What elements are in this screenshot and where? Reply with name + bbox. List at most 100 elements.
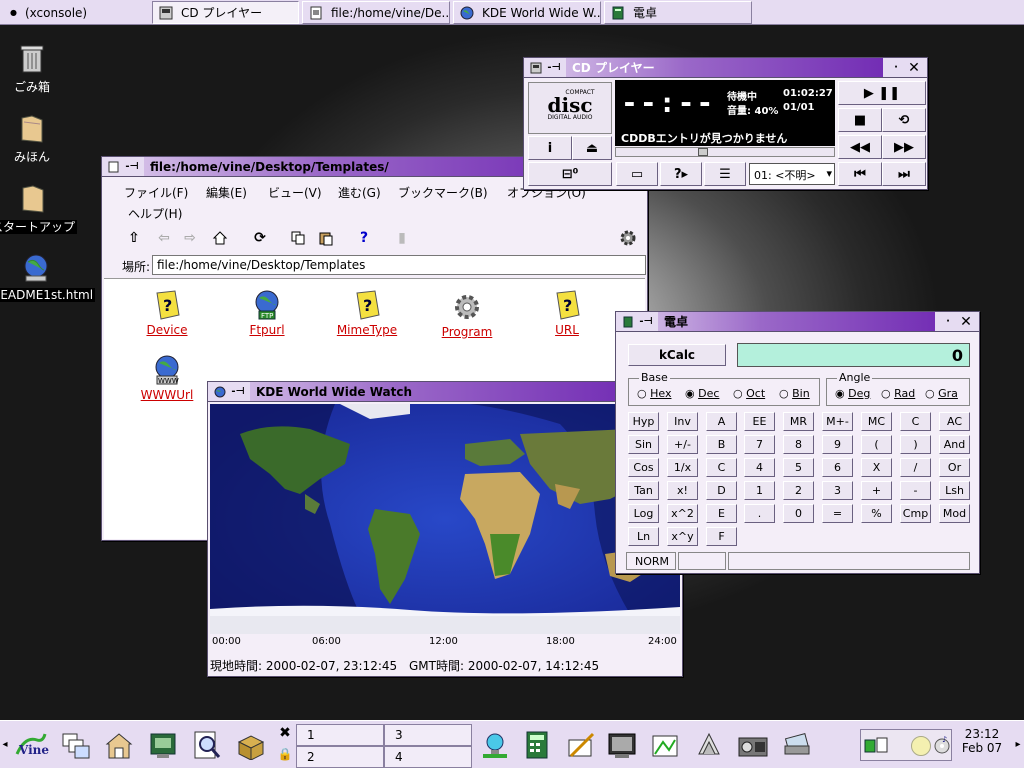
up-arrow-icon[interactable]: ⇧ bbox=[124, 228, 144, 248]
home-folder-icon[interactable] bbox=[100, 727, 138, 763]
calc-key[interactable]: 1/x bbox=[667, 458, 698, 477]
gear-icon[interactable] bbox=[618, 228, 638, 248]
play-pause-button[interactable]: ▶ ❚❚ bbox=[838, 81, 926, 105]
menu-edit[interactable]: 編集(E) bbox=[206, 184, 247, 201]
search-icon[interactable] bbox=[188, 727, 226, 763]
calc-key[interactable]: AC bbox=[939, 412, 970, 431]
vine-menu-icon[interactable]: Vine bbox=[12, 727, 50, 763]
calc-key[interactable]: +/- bbox=[667, 435, 698, 454]
file-mimetype[interactable]: ? MimeType bbox=[327, 289, 407, 337]
calc-key[interactable]: 5 bbox=[783, 458, 814, 477]
calc-key[interactable]: . bbox=[744, 504, 775, 523]
menu-go[interactable]: 進む(G) bbox=[338, 184, 381, 201]
desktop-icon-readme[interactable]: README1st.html bbox=[0, 252, 96, 302]
calc-key[interactable]: / bbox=[900, 458, 931, 477]
forward-arrow-icon[interactable]: ⇨ bbox=[180, 228, 200, 248]
calc-key[interactable]: 9 bbox=[822, 435, 853, 454]
calc-key[interactable]: A bbox=[706, 412, 737, 431]
file-program[interactable]: Program bbox=[427, 291, 507, 339]
home-icon[interactable] bbox=[210, 228, 230, 248]
calc-key[interactable]: x! bbox=[667, 481, 698, 500]
calc-key[interactable]: D bbox=[706, 481, 737, 500]
calc-key[interactable]: Cos bbox=[628, 458, 659, 477]
calc-key[interactable]: + bbox=[861, 481, 892, 500]
calc-key[interactable]: Log bbox=[628, 504, 659, 523]
network-icon[interactable] bbox=[778, 727, 816, 763]
panel-scroll-right-icon[interactable]: ▸ bbox=[1012, 725, 1024, 765]
options-button[interactable]: ☰ bbox=[704, 162, 746, 186]
calc-key[interactable]: Cmp bbox=[900, 504, 931, 523]
calc-key[interactable]: 1 bbox=[744, 481, 775, 500]
lock-icon[interactable]: 🔒 bbox=[276, 747, 294, 767]
loop-button[interactable]: ⟲ bbox=[882, 108, 926, 132]
task-xconsole[interactable]: ● (xconsole) bbox=[2, 1, 148, 24]
previous-track-button[interactable]: ⏮ bbox=[838, 162, 882, 186]
desktop-icon-mihon[interactable]: みほん bbox=[0, 112, 68, 165]
calc-key[interactable]: Ln bbox=[628, 527, 659, 546]
help-bulb-icon[interactable] bbox=[476, 727, 514, 763]
volume-slider-thumb[interactable] bbox=[698, 148, 708, 156]
calc-key[interactable]: EE bbox=[744, 412, 775, 431]
calc-key[interactable]: 6 bbox=[822, 458, 853, 477]
globe-icon[interactable] bbox=[213, 385, 227, 399]
calculator-icon[interactable] bbox=[518, 727, 556, 763]
calc-key[interactable]: 8 bbox=[783, 435, 814, 454]
calc-key[interactable]: 2 bbox=[783, 481, 814, 500]
media-player-icon[interactable] bbox=[734, 727, 772, 763]
file-wwwurl[interactable]: WWW WWWUrl bbox=[127, 354, 207, 402]
menu-help[interactable]: ヘルプ(H) bbox=[128, 205, 182, 222]
eject-button[interactable]: ⏏ bbox=[572, 136, 612, 160]
menu-bookmarks[interactable]: ブックマーク(B) bbox=[398, 184, 488, 201]
window-list-icon[interactable] bbox=[56, 727, 94, 763]
file-url[interactable]: ? URL bbox=[527, 289, 607, 337]
calc-key[interactable]: And bbox=[939, 435, 970, 454]
world-map[interactable] bbox=[210, 404, 680, 634]
desktop-icon-startup[interactable]: スタートアップ bbox=[0, 182, 78, 235]
info-button[interactable]: i bbox=[528, 136, 572, 160]
calc-key[interactable]: C bbox=[900, 412, 931, 431]
desktop-4-button[interactable]: 4 bbox=[384, 746, 472, 768]
menu-file[interactable]: ファイル(F) bbox=[124, 184, 188, 201]
network-tray-icon[interactable] bbox=[863, 736, 891, 759]
calc-key[interactable]: Tan bbox=[628, 481, 659, 500]
text-editor-icon[interactable] bbox=[562, 727, 600, 763]
calc-key[interactable]: X bbox=[861, 458, 892, 477]
calc-key[interactable]: 7 bbox=[744, 435, 775, 454]
calc-key[interactable]: MC bbox=[861, 412, 892, 431]
pin-icon[interactable]: -⊣ bbox=[547, 61, 561, 75]
calc-key[interactable]: MR bbox=[783, 412, 814, 431]
cdplayer-titlebar[interactable]: -⊣ CD プレイヤー · ✕ bbox=[524, 58, 927, 78]
file-ftpurl[interactable]: FTP Ftpurl bbox=[227, 289, 307, 337]
random-button[interactable]: ?▸ bbox=[660, 162, 702, 186]
help-icon[interactable]: ? bbox=[354, 228, 374, 248]
track-list-button[interactable]: ▭ bbox=[616, 162, 658, 186]
pin-icon[interactable]: -⊣ bbox=[125, 160, 139, 174]
calc-key[interactable]: 0 bbox=[783, 504, 814, 523]
minimize-button[interactable]: · bbox=[889, 61, 903, 75]
task-cd-player[interactable]: CD プレイヤー bbox=[152, 1, 299, 24]
cd-player-icon[interactable] bbox=[529, 61, 543, 75]
pin-icon[interactable]: -⊣ bbox=[231, 385, 245, 399]
cd-tray-icon[interactable]: ♪ bbox=[933, 734, 951, 759]
task-calculator[interactable]: 電卓 bbox=[604, 1, 752, 24]
calc-key[interactable]: 4 bbox=[744, 458, 775, 477]
calc-key[interactable]: Inv bbox=[667, 412, 698, 431]
utilities-icon[interactable] bbox=[232, 727, 270, 763]
desktop-3-button[interactable]: 3 bbox=[384, 724, 472, 746]
calc-key[interactable]: ( bbox=[861, 435, 892, 454]
control-center-icon[interactable] bbox=[144, 727, 182, 763]
calc-key[interactable]: M+- bbox=[822, 412, 853, 431]
location-input[interactable]: file:/home/vine/Desktop/Templates bbox=[152, 255, 646, 275]
calc-key[interactable]: Mod bbox=[939, 504, 970, 523]
next-track-button[interactable]: ⏭ bbox=[882, 162, 926, 186]
desktop-icon-trash[interactable]: ごみ箱 bbox=[0, 42, 68, 95]
calc-key[interactable]: F bbox=[706, 527, 737, 546]
worldwatch-titlebar[interactable]: -⊣ KDE World Wide Watch bbox=[208, 382, 682, 402]
calc-key[interactable]: x^y bbox=[667, 527, 698, 546]
stop-icon[interactable]: ▮ bbox=[392, 228, 412, 248]
calc-key[interactable]: E bbox=[706, 504, 737, 523]
calc-key[interactable]: B bbox=[706, 435, 737, 454]
calc-key[interactable]: ) bbox=[900, 435, 931, 454]
calc-key[interactable]: Lsh bbox=[939, 481, 970, 500]
volume-slider[interactable] bbox=[615, 147, 835, 157]
